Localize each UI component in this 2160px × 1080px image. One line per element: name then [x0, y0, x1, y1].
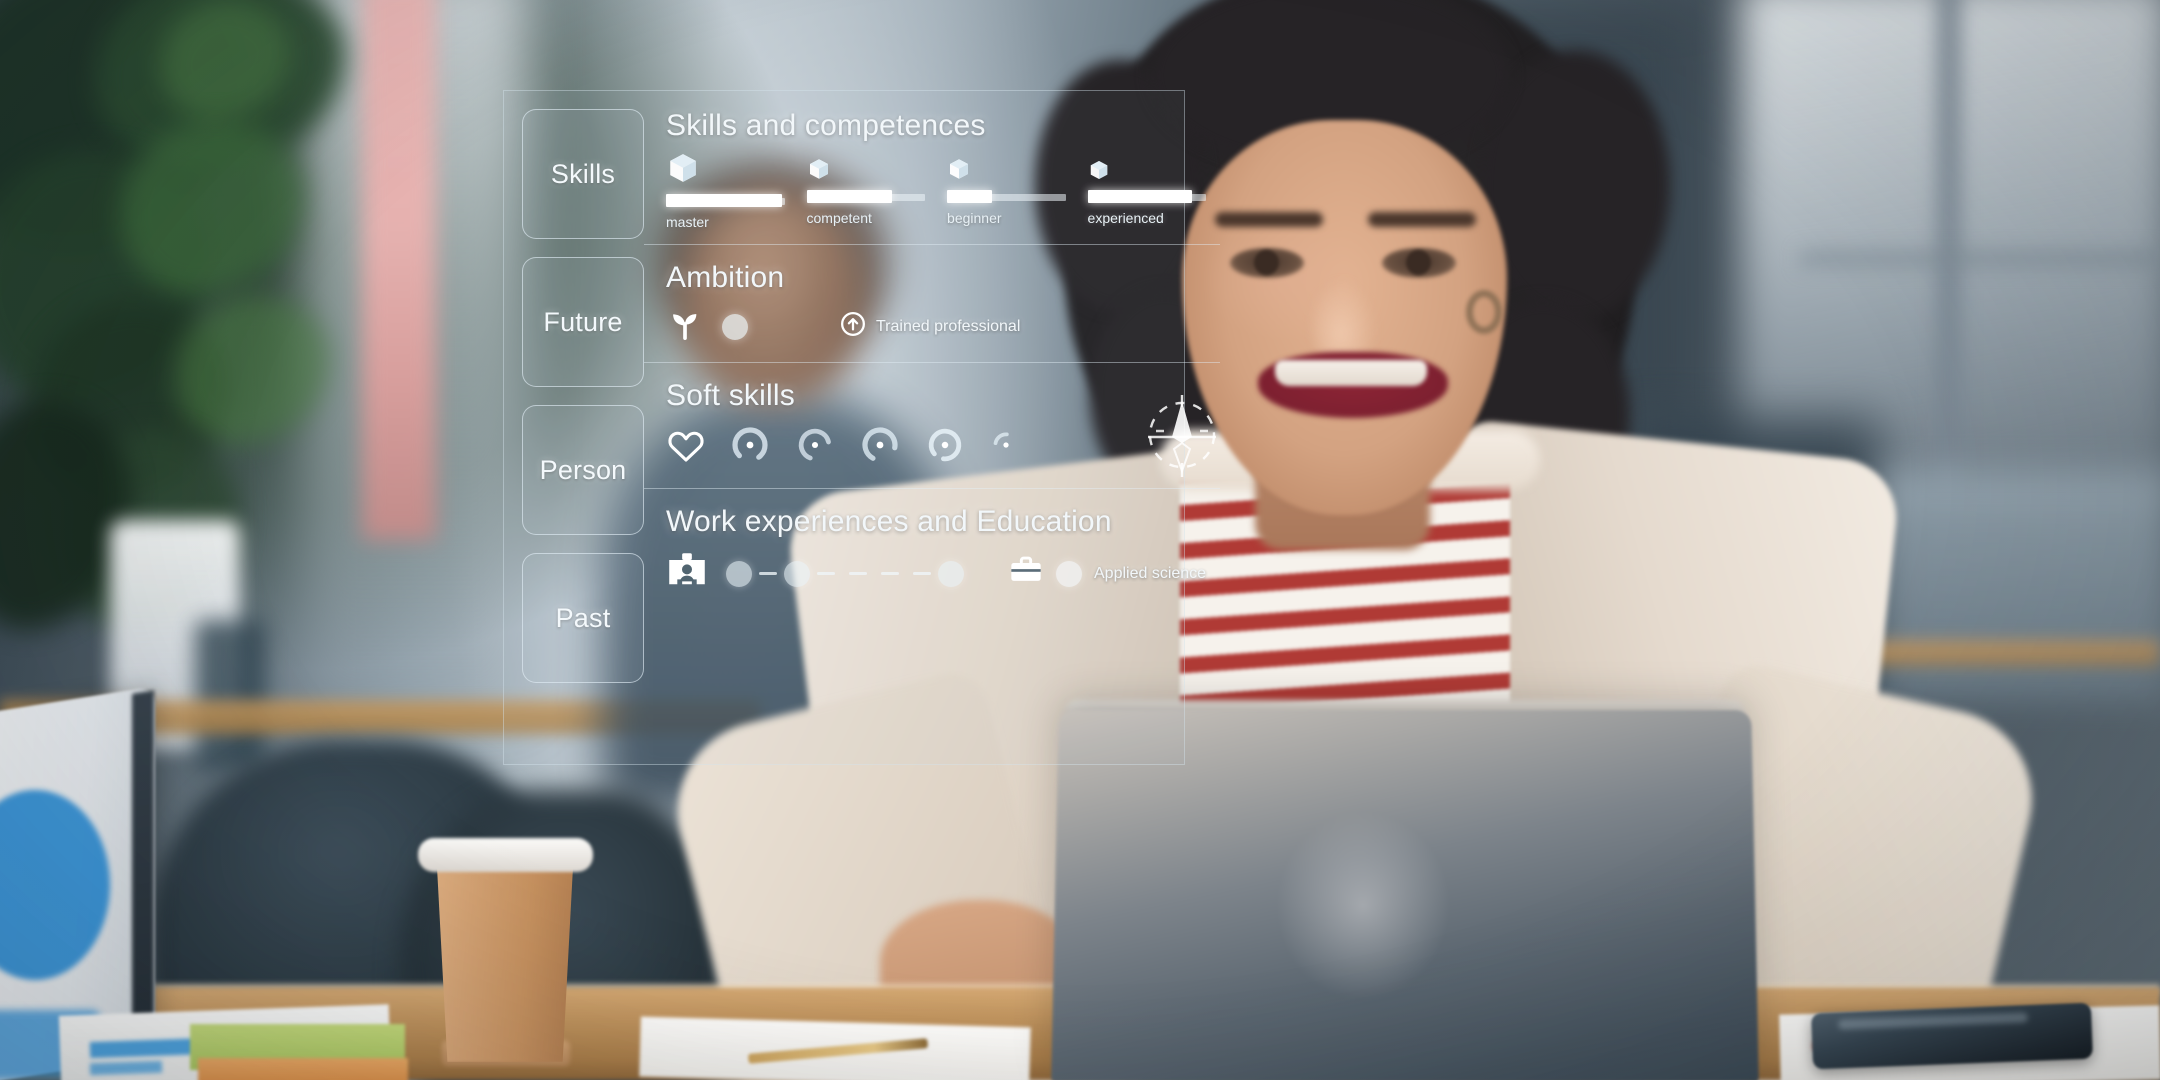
skill-bar-track — [666, 194, 785, 207]
timeline-node[interactable] — [726, 560, 752, 587]
plant-pot — [195, 620, 265, 770]
timeline-dash — [759, 572, 777, 575]
woman-teeth — [1275, 360, 1427, 386]
timeline-dash — [849, 572, 867, 575]
timeline-dash — [817, 572, 835, 575]
timeline-node[interactable] — [938, 560, 964, 587]
woman-eyebrow — [1368, 212, 1476, 227]
skill-bar-fill — [1087, 190, 1192, 203]
cube-icon — [666, 151, 785, 190]
skill-bar-track — [806, 190, 926, 203]
coffee-cup — [436, 852, 574, 1062]
skill-bar-fill — [806, 190, 892, 203]
cube-small-icon — [1088, 151, 1207, 186]
arrow-up-circle-icon — [840, 311, 866, 342]
status-dot — [1056, 560, 1082, 587]
ambition-badge-label: Trained professional — [876, 317, 1021, 335]
sidebar-item-label: Past — [555, 602, 611, 633]
document-chart-bar — [89, 1060, 163, 1076]
sprout-icon — [666, 307, 704, 346]
skill-bar-competent[interactable]: competent — [806, 151, 926, 230]
soft-skills-row — [666, 395, 1217, 477]
gauge-3[interactable] — [858, 423, 902, 472]
skill-bar-experienced[interactable]: experienced — [1087, 151, 1207, 230]
section-soft-skills: Soft skills — [666, 363, 1217, 488]
skill-bar-label: competent — [806, 210, 872, 226]
skill-bar-label: experienced — [1087, 210, 1164, 226]
screenshot-root: Skills Future Person Past Skills and com… — [0, 0, 2160, 1080]
hud-tab-rail: Skills Future Person Past — [504, 91, 644, 764]
woman-hair-curl — [1480, 50, 1670, 320]
window-mullion — [1936, 0, 1962, 480]
skill-bar-fill — [947, 190, 993, 203]
hud-content: Skills and competences master competent … — [644, 91, 1221, 764]
coffee-cup-lid — [418, 838, 593, 872]
briefcase-icon — [1008, 555, 1044, 592]
skill-bar-beginner[interactable]: beginner — [947, 151, 1066, 230]
window-mullion — [1800, 250, 2160, 268]
gauge-5[interactable] — [988, 427, 1024, 468]
section-title-soft-skills: Soft skills — [666, 379, 795, 412]
timeline-dash — [881, 572, 899, 575]
sidebar-item-label: Future — [543, 306, 623, 337]
gauge-4[interactable] — [924, 424, 966, 471]
section-work-education: Work experiences and Education Applied s… — [666, 489, 1206, 606]
sidebar-item-skills[interactable]: Skills — [522, 109, 644, 239]
woman-earring — [1466, 290, 1502, 334]
heart-icon — [666, 427, 706, 468]
cv-hud-panel: Skills Future Person Past Skills and com… — [503, 90, 1221, 765]
status-dot — [722, 313, 748, 340]
work-timeline — [726, 560, 964, 587]
cube-small-icon — [807, 151, 926, 186]
work-education-label: Applied science — [1094, 564, 1207, 582]
skill-bar-label: master — [666, 214, 709, 230]
work-row: Applied science — [666, 551, 1206, 596]
cube-small-icon — [947, 151, 1066, 186]
timeline-dash — [913, 572, 931, 575]
section-ambition: Ambition Trained professional — [666, 245, 1206, 362]
woman-eyebrow — [1215, 212, 1323, 227]
section-title-work-education: Work experiences and Education — [666, 505, 1112, 538]
laptop — [1051, 710, 1759, 1080]
sidebar-item-person[interactable]: Person — [522, 405, 644, 535]
skill-bar-track — [947, 190, 1066, 203]
timeline-node[interactable] — [784, 560, 810, 587]
ambition-row: Trained professional — [666, 307, 1206, 346]
pink-pillar — [362, 0, 436, 540]
sidebar-item-future[interactable]: Future — [522, 257, 644, 387]
sidebar-item-label: Skills — [550, 158, 616, 189]
section-skills: Skills and competences master competent … — [666, 109, 1207, 244]
work-education-tag[interactable]: Applied science — [1008, 555, 1206, 592]
id-badge-icon — [666, 551, 708, 596]
skill-bar-track — [1087, 190, 1207, 203]
sidebar-item-label: Person — [539, 454, 627, 485]
ambition-badge[interactable]: Trained professional — [840, 311, 1020, 342]
sidebar-item-past[interactable]: Past — [522, 553, 644, 683]
section-title-ambition: Ambition — [666, 261, 785, 294]
gauge-1[interactable] — [728, 423, 772, 472]
skill-bar-master[interactable]: master — [666, 151, 785, 230]
woman-pupil — [1406, 250, 1431, 275]
skill-bar-fill — [666, 194, 783, 207]
skill-bar-label: beginner — [947, 210, 1002, 226]
section-title-skills: Skills and competences — [666, 109, 986, 142]
smartphone — [1811, 1002, 2093, 1070]
compass-icon — [1134, 387, 1230, 488]
skill-bar-group: master competent beginner experienced — [666, 151, 1207, 230]
woman-pupil — [1254, 250, 1279, 275]
gauge-2[interactable] — [794, 424, 836, 471]
sticky-note-orange — [198, 1058, 408, 1080]
